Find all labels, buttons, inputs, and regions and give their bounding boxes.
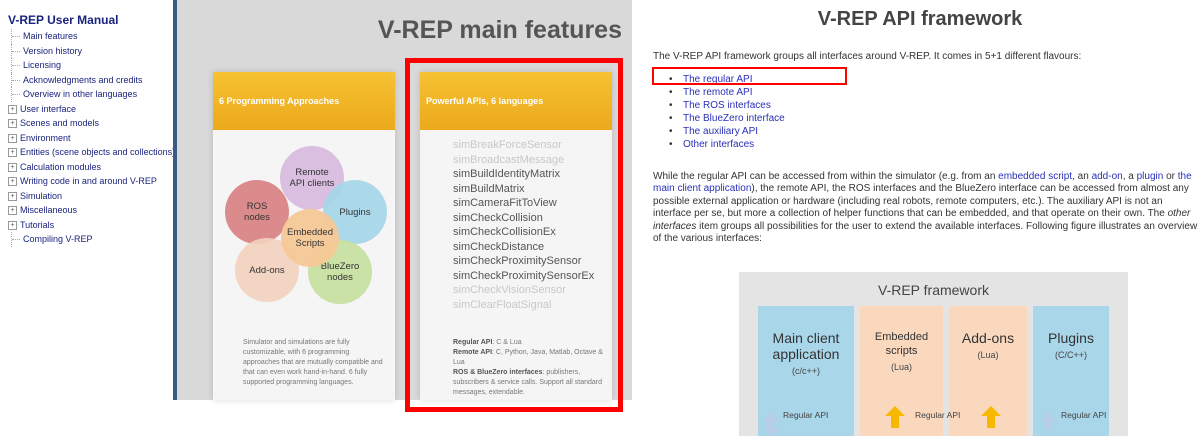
framework-diagram: V-REP framework Main client application … (739, 272, 1128, 436)
highlight-regular-api (652, 67, 847, 85)
toc-item-label: Writing code in and around V-REP (20, 176, 157, 186)
toc-item-label: Simulation (20, 190, 63, 201)
double-arrow-icon (763, 412, 779, 436)
link-embedded-script[interactable]: embedded script (998, 171, 1072, 182)
toc-item-label: Overview in other languages (23, 89, 138, 99)
expand-icon[interactable]: + (8, 191, 17, 201)
regular-api-label: Regular API (783, 410, 829, 420)
para-text: , a (1122, 171, 1137, 182)
regular-api-label: Regular API (1061, 410, 1107, 420)
flavour-link[interactable]: Other interfaces (667, 138, 785, 151)
flavour-link[interactable]: The remote API (667, 86, 785, 99)
para-text: While the regular API can be accessed fr… (653, 171, 999, 182)
toc-item[interactable]: + User interface (8, 102, 173, 117)
toc-item-label: Acknowledgments and credits (23, 74, 143, 85)
toc-item[interactable]: Main features (11, 29, 173, 44)
toc-item-label: Main features (23, 31, 78, 41)
expand-icon[interactable]: + (8, 133, 17, 143)
description-paragraph: While the regular API can be accessed fr… (653, 171, 1198, 245)
highlight-box (405, 58, 623, 412)
expand-icon[interactable]: + (8, 206, 17, 216)
para-text: item groups all possibilities for the us… (653, 220, 1198, 245)
toc-item-label: Environment (20, 132, 71, 143)
page-title: V-REP API framework (817, 8, 1023, 30)
flavour-link[interactable]: The BlueZero interface (667, 112, 785, 125)
toc-item[interactable]: Version history (11, 43, 173, 58)
toc-item[interactable]: Licensing (11, 58, 173, 73)
toc-item-label: Calculation modules (20, 161, 102, 172)
expand-icon[interactable]: + (8, 162, 17, 172)
double-arrow-icon (1041, 412, 1057, 430)
link-plugin[interactable]: plugin (1137, 171, 1164, 182)
toc-item[interactable]: + Simulation (8, 189, 173, 204)
card-header: 6 Programming Approaches (213, 72, 395, 130)
toc-item-label: Miscellaneous (20, 205, 78, 215)
toc-item[interactable]: + Calculation modules (8, 160, 173, 175)
toc-item[interactable]: + Scenes and models (8, 116, 173, 131)
petal-embedded-scripts: Embedded Scripts (281, 209, 339, 267)
regular-api-label: Regular API (915, 410, 961, 420)
card1-description: Simulator and simulations are fully cust… (243, 339, 383, 386)
toc-list: Main features Version history Licensing Ack… (8, 29, 176, 247)
para-text: or (1163, 171, 1178, 182)
toc-item[interactable]: Compiling V-REP (11, 232, 173, 247)
toc-item-label: Tutorials (20, 219, 55, 230)
expand-icon[interactable]: + (8, 104, 17, 114)
toc-item[interactable]: + Writing code in and around V-REP (8, 174, 173, 189)
flavour-link[interactable]: The ROS interfaces (667, 99, 785, 112)
toc-item-label: Scenes and models (20, 118, 100, 128)
toc-item[interactable]: Overview in other languages (11, 87, 173, 102)
toc-item-label: Version history (23, 45, 83, 56)
expand-icon[interactable]: + (8, 220, 17, 230)
toc-item[interactable]: + Tutorials (8, 218, 173, 233)
toc-item[interactable]: + Miscellaneous (8, 203, 173, 218)
expand-icon[interactable]: + (8, 148, 17, 158)
link-add-on[interactable]: add-on (1092, 171, 1123, 182)
features-heading: V-REP main features (377, 16, 622, 44)
double-arrow-icon (885, 406, 905, 428)
manual-screenshot: V-REP User Manual Main features Version h… (0, 0, 632, 436)
toc-item[interactable]: + Entities (scene objects and collections… (8, 145, 176, 160)
expand-icon[interactable]: + (8, 119, 17, 129)
toc-item[interactable]: Acknowledgments and credits (11, 72, 173, 87)
toc-item-label: Entities (scene objects and collections) (20, 147, 176, 157)
toc-title[interactable]: V-REP User Manual (8, 13, 173, 27)
toc-item-label: Licensing (23, 60, 62, 70)
expand-icon[interactable]: + (8, 177, 17, 187)
toc-item[interactable]: + Environment (8, 131, 173, 146)
para-text: , an (1072, 171, 1092, 182)
double-arrow-icon (981, 406, 1001, 428)
toc-item-label: Compiling V-REP (23, 234, 93, 244)
petal-ros-nodes: ROS nodes (225, 180, 289, 244)
toc-item-label: User interface (20, 103, 77, 114)
flavour-link[interactable]: The auxiliary API (667, 125, 785, 138)
intro-text: The V-REP API framework groups all inter… (653, 51, 1082, 62)
toc-panel: V-REP User Manual Main features Version h… (8, 0, 176, 400)
